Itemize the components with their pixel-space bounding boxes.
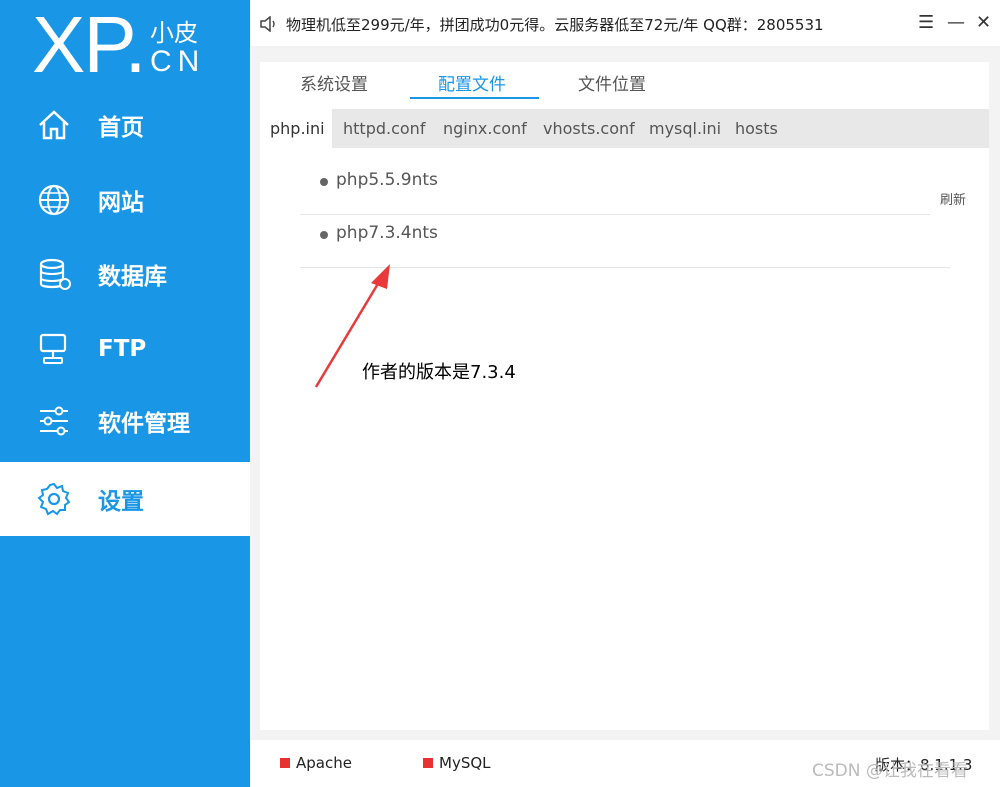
sidebar-item-website[interactable]: 网站 <box>0 163 250 237</box>
status-stopped-icon <box>423 758 433 768</box>
sidebar-item-label: 软件管理 <box>98 411 190 437</box>
annotation-text: 作者的版本是7.3.4 <box>362 362 516 383</box>
notice-text[interactable]: 物理机低至299元/年，拼团成功0元得。云服务器低至72元/年 QQ群：2805… <box>286 14 824 35</box>
close-button[interactable]: ✕ <box>976 12 991 33</box>
sliders-icon <box>40 406 68 436</box>
subtab-vhosts-conf[interactable]: vhosts.conf <box>543 109 635 148</box>
home-icon <box>39 110 69 140</box>
menu-button[interactable]: ☰ <box>918 12 934 33</box>
watermark: CSDN @让我在看看 <box>812 761 968 781</box>
logo-xp: XP. <box>32 0 147 89</box>
globe-icon <box>38 184 70 216</box>
refresh-button[interactable]: 刷新 <box>940 189 966 208</box>
subtab-mysql-ini[interactable]: mysql.ini <box>649 109 721 148</box>
notice-bar: 物理机低至299元/年，拼团成功0元得。云服务器低至72元/年 QQ群：2805… <box>250 0 1000 46</box>
tab-file-locations[interactable]: 文件位置 <box>578 70 646 95</box>
sidebar-item-software[interactable]: 软件管理 <box>0 384 250 458</box>
service-apache[interactable]: Apache <box>280 754 352 772</box>
service-label: Apache <box>296 754 352 772</box>
logo-cn-bottom: CN <box>150 45 206 78</box>
annotation-arrow-icon <box>314 264 390 388</box>
status-stopped-icon <box>280 758 290 768</box>
sidebar-item-home[interactable]: 首页 <box>0 88 250 162</box>
sidebar-item-label: FTP <box>98 336 147 362</box>
sidebar-item-database[interactable]: 数据库 <box>0 237 250 311</box>
gear-icon <box>37 482 71 516</box>
sidebar-item-ftp[interactable]: FTP <box>0 312 250 386</box>
sidebar-item-settings[interactable]: 设置 <box>0 462 250 536</box>
service-label: MySQL <box>439 754 491 772</box>
speaker-icon <box>260 16 275 32</box>
sidebar-item-label: 数据库 <box>98 264 167 290</box>
sidebar-item-label: 首页 <box>98 115 144 141</box>
monitor-icon <box>39 333 67 364</box>
minimize-button[interactable]: — <box>947 12 965 33</box>
database-icon <box>39 258 71 290</box>
logo-cn-top: 小皮 <box>150 19 198 47</box>
main-panel: 系统设置 配置文件 文件位置 php.ini httpd.conf nginx.… <box>260 62 989 730</box>
app-logo: XP. 小皮 CN <box>30 0 230 89</box>
sidebar-item-label: 设置 <box>98 489 144 515</box>
status-bar: Apache MySQL 版本：8.1.1.3 CSDN @让我在看看 <box>250 740 1000 787</box>
sidebar-item-label: 网站 <box>98 190 144 216</box>
service-mysql[interactable]: MySQL <box>423 754 491 772</box>
sidebar: XP. 小皮 CN 首页 网站 数据库 FTP 软件管理 设置 <box>0 0 250 787</box>
subtab-hosts[interactable]: hosts <box>735 109 778 148</box>
